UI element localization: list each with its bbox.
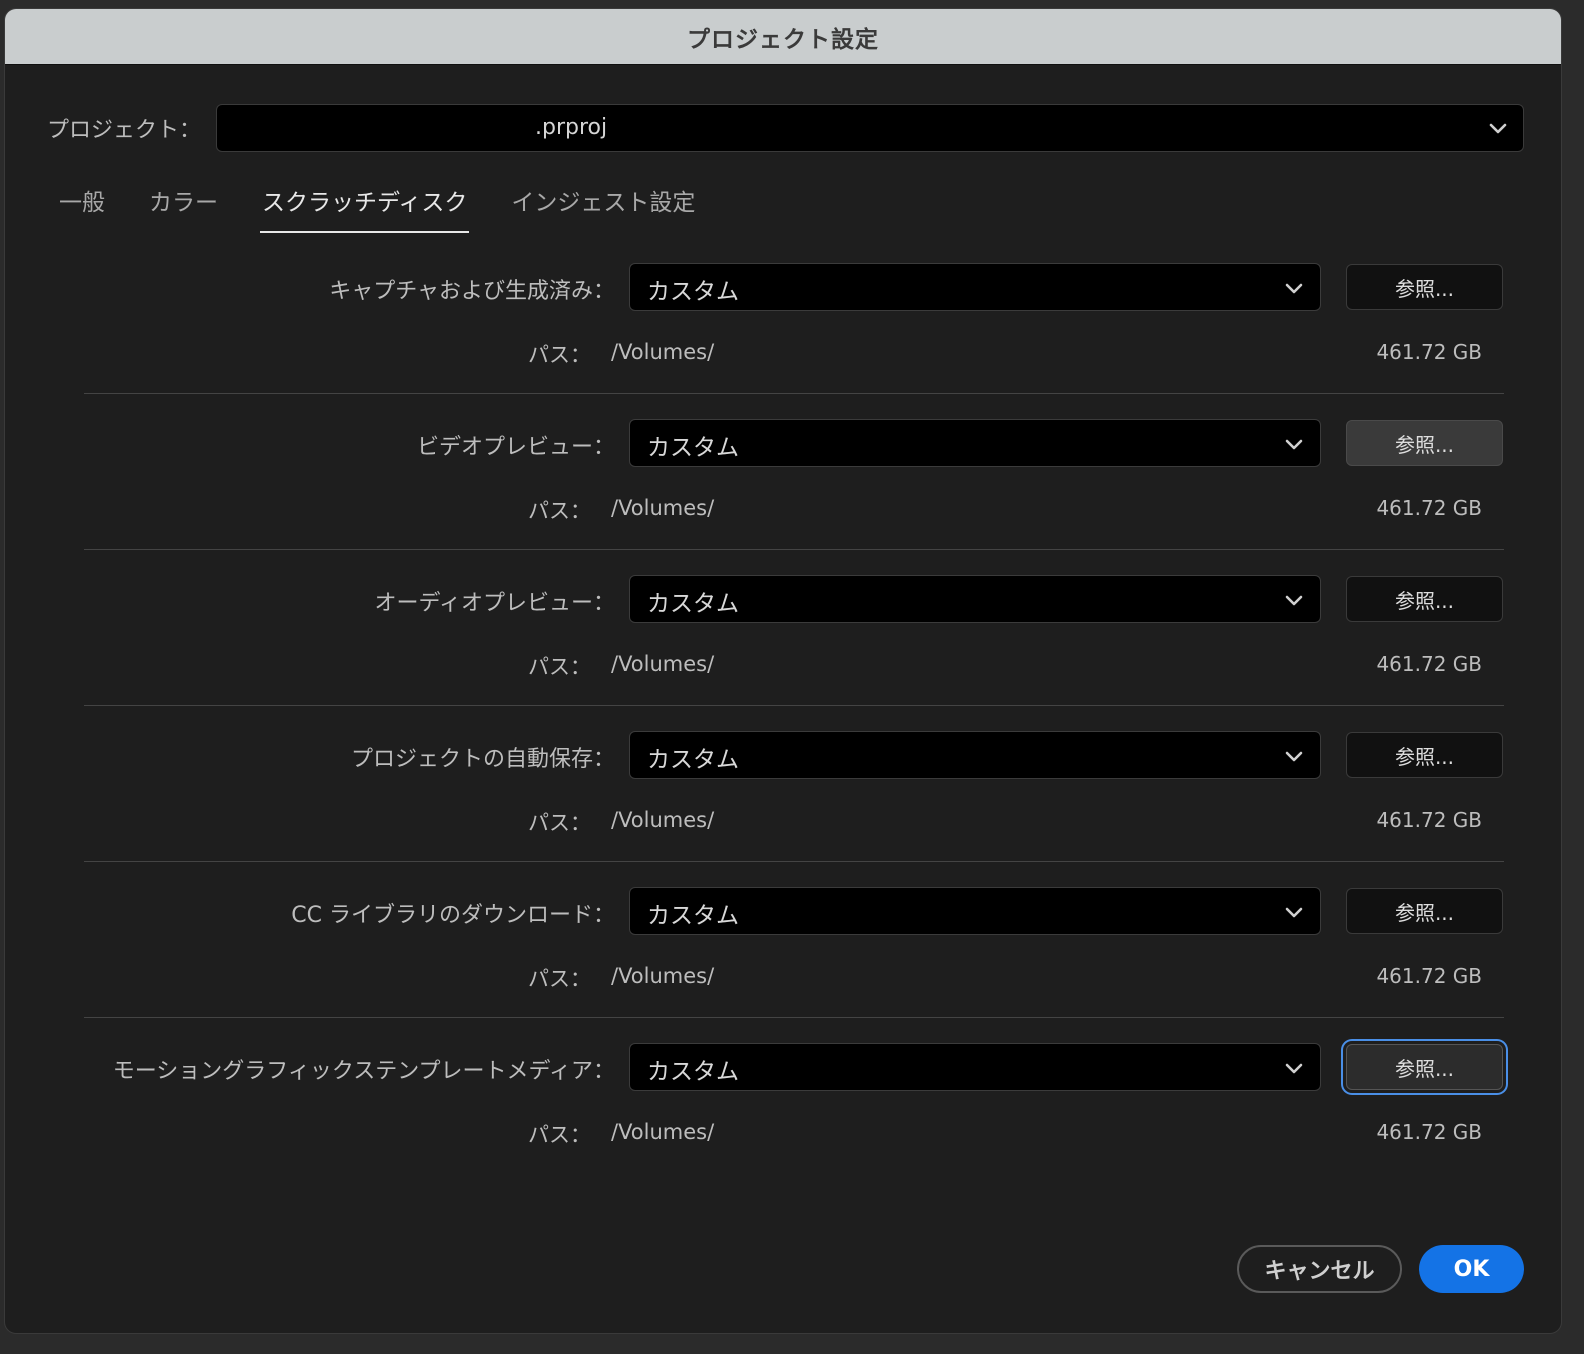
free-space: 461.72 GB <box>1376 652 1482 676</box>
section-label: ビデオプレビュー： <box>416 435 615 460</box>
location-select[interactable]: カスタム <box>629 575 1321 623</box>
location-select-value: カスタム <box>647 747 739 773</box>
free-space: 461.72 GB <box>1376 1120 1482 1144</box>
divider <box>84 1017 1504 1018</box>
free-space: 461.72 GB <box>1376 496 1482 520</box>
path-value: /Volumes/ <box>611 808 715 832</box>
location-select-value: カスタム <box>647 903 739 929</box>
scratch-section-motion-graphics: モーショングラフィックステンプレートメディア： カスタム 参照... パス： /… <box>5 1043 1561 1199</box>
chevron-down-icon <box>1283 745 1305 767</box>
scratch-section-video-preview: ビデオプレビュー： カスタム 参照... パス： /Volumes/ 461.7… <box>5 419 1561 575</box>
location-select[interactable]: カスタム <box>629 263 1321 311</box>
free-space: 461.72 GB <box>1376 808 1482 832</box>
divider <box>84 705 1504 706</box>
tab-scratch-disks[interactable]: スクラッチディスク <box>260 177 470 233</box>
path-label: パス： <box>528 967 591 991</box>
browse-button[interactable]: 参照... <box>1346 732 1503 778</box>
cancel-button[interactable]: キャンセル <box>1237 1245 1402 1293</box>
tab-bar: 一般 カラー スクラッチディスク インジェスト設定 <box>57 177 737 233</box>
section-label: CC ライブラリのダウンロード： <box>291 903 615 928</box>
location-select-value: カスタム <box>647 279 739 305</box>
path-value: /Volumes/ <box>611 340 715 364</box>
chevron-down-icon <box>1487 117 1509 139</box>
browse-button[interactable]: 参照... <box>1346 264 1503 310</box>
location-select-value: カスタム <box>647 591 739 617</box>
section-label: オーディオプレビュー： <box>374 591 615 616</box>
location-select-value: カスタム <box>647 1059 739 1085</box>
location-select[interactable]: カスタム <box>629 419 1321 467</box>
chevron-down-icon <box>1283 901 1305 923</box>
dialog-title: プロジェクト設定 <box>687 26 879 53</box>
project-select-value: .prproj <box>535 115 608 140</box>
location-select[interactable]: カスタム <box>629 1043 1321 1091</box>
path-value: /Volumes/ <box>611 496 715 520</box>
tab-ingest-settings[interactable]: インジェスト設定 <box>509 177 697 233</box>
chevron-down-icon <box>1283 1057 1305 1079</box>
section-label: モーショングラフィックステンプレートメディア： <box>112 1059 615 1084</box>
scratch-section-auto-save: プロジェクトの自動保存： カスタム 参照... パス： /Volumes/ 46… <box>5 731 1561 887</box>
scratch-section-audio-preview: オーディオプレビュー： カスタム 参照... パス： /Volumes/ 461… <box>5 575 1561 731</box>
location-select-value: カスタム <box>647 435 739 461</box>
path-label: パス： <box>528 499 591 523</box>
chevron-down-icon <box>1283 433 1305 455</box>
path-label: パス： <box>528 1123 591 1147</box>
location-select[interactable]: カスタム <box>629 731 1321 779</box>
path-value: /Volumes/ <box>611 1120 715 1144</box>
scratch-section-captured: キャプチャおよび生成済み： カスタム 参照... パス： /Volumes/ 4… <box>5 263 1561 419</box>
browse-button[interactable]: 参照... <box>1346 576 1503 622</box>
ok-button[interactable]: OK <box>1419 1245 1524 1293</box>
project-settings-dialog: プロジェクト設定 プロジェクト： .prproj 一般 カラー スクラッチディス… <box>4 8 1562 1334</box>
browse-button[interactable]: 参照... <box>1346 1044 1503 1090</box>
location-select[interactable]: カスタム <box>629 887 1321 935</box>
divider <box>84 861 1504 862</box>
path-label: パス： <box>528 811 591 835</box>
tab-general[interactable]: 一般 <box>57 177 107 233</box>
project-row: プロジェクト： .prproj <box>47 104 1527 152</box>
path-label: パス： <box>528 655 591 679</box>
chevron-down-icon <box>1283 589 1305 611</box>
title-bar: プロジェクト設定 <box>5 9 1561 65</box>
path-value: /Volumes/ <box>611 652 715 676</box>
tab-color[interactable]: カラー <box>147 177 220 233</box>
section-label: プロジェクトの自動保存： <box>350 747 615 772</box>
browse-button[interactable]: 参照... <box>1346 888 1503 934</box>
browse-button[interactable]: 参照... <box>1346 420 1503 466</box>
scratch-section-cc-libraries: CC ライブラリのダウンロード： カスタム 参照... パス： /Volumes… <box>5 887 1561 1043</box>
path-label: パス： <box>528 343 591 367</box>
chevron-down-icon <box>1283 277 1305 299</box>
divider <box>84 393 1504 394</box>
free-space: 461.72 GB <box>1376 340 1482 364</box>
free-space: 461.72 GB <box>1376 964 1482 988</box>
project-label: プロジェクト： <box>47 118 202 143</box>
section-label: キャプチャおよび生成済み： <box>329 279 615 304</box>
path-value: /Volumes/ <box>611 964 715 988</box>
divider <box>84 549 1504 550</box>
project-select[interactable]: .prproj <box>216 104 1524 152</box>
